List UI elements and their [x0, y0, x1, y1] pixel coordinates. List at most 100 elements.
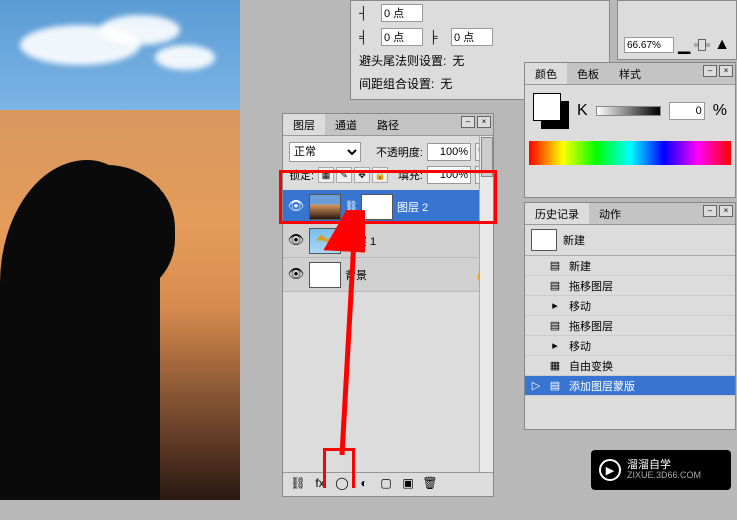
layer-name[interactable]: 背景	[345, 267, 367, 283]
add-mask-icon[interactable]: ◯	[333, 476, 351, 494]
sky-image	[0, 0, 240, 110]
history-close-icon[interactable]: ×	[719, 205, 733, 217]
avoid-value[interactable]: 无	[452, 52, 464, 69]
zoom-panel: ▁ ▲	[617, 0, 737, 60]
indent-left2-icon: ╡	[359, 30, 375, 44]
history-list: ▤新建 ▤拖移图层 ▸移动 ▤拖移图层 ▸移动 ▦自由变换 ▷▤添加图层蒙版	[525, 256, 735, 396]
layers-close-icon[interactable]: ×	[477, 116, 491, 128]
move-icon: ▸	[547, 299, 563, 313]
layer-thumb[interactable]	[309, 194, 341, 220]
doc-icon: ▤	[547, 259, 563, 273]
adjustment-icon[interactable]: ◐	[355, 476, 373, 494]
spacing-value[interactable]: 无	[440, 75, 452, 92]
doc-icon: ▤	[547, 319, 563, 333]
snapshot-thumb[interactable]	[531, 229, 557, 251]
history-item[interactable]: ▦ 自由变换	[525, 356, 735, 376]
history-item[interactable]: ▤ 拖移图层	[525, 276, 735, 296]
k-slider[interactable]	[596, 106, 661, 116]
layer-thumb[interactable]	[309, 262, 341, 288]
layers-min-icon[interactable]: –	[461, 116, 475, 128]
history-panel: –× 历史记录 动作 ▸ 新建 ▤新建 ▤拖移图层 ▸移动 ▤拖移图层 ▸移动 …	[524, 202, 736, 430]
k-value-input[interactable]	[669, 102, 705, 120]
doc-icon: ▤	[547, 279, 563, 293]
tab-styles[interactable]: 样式	[609, 63, 651, 84]
history-item[interactable]: ▤ 新建	[525, 256, 735, 276]
layers-toolbar: ⛓ fx ◯ ◐ ▢ ▣ 🗑	[283, 472, 493, 496]
history-label: 新建	[569, 258, 591, 274]
history-label: 自由变换	[569, 358, 613, 374]
trash-icon[interactable]: 🗑	[421, 476, 439, 494]
layer-thumb[interactable]	[309, 228, 341, 254]
fill-input[interactable]	[427, 166, 471, 184]
history-label: 移动	[569, 298, 591, 314]
tab-layers[interactable]: 图层	[283, 114, 325, 135]
lock-position-icon[interactable]: ✥	[354, 167, 370, 183]
fx-icon[interactable]: fx	[311, 476, 329, 494]
blend-mode-select[interactable]: 正常	[289, 142, 361, 162]
history-min-icon[interactable]: –	[703, 205, 717, 217]
zoom-out-icon[interactable]: ▁	[678, 35, 690, 55]
current-indicator-icon: ▷	[531, 379, 541, 392]
sunset-image	[0, 110, 240, 500]
history-label: 拖移图层	[569, 318, 613, 334]
zoom-in-icon[interactable]: ▲	[714, 36, 730, 54]
transform-icon: ▦	[547, 359, 563, 373]
indent-left-input[interactable]	[381, 4, 423, 22]
indent-right-icon: ╞	[429, 30, 445, 44]
eye-icon[interactable]: 👁	[287, 232, 305, 250]
history-item[interactable]: ▷ ▤ 添加图层蒙版	[525, 376, 735, 396]
tab-actions[interactable]: 动作	[589, 203, 631, 224]
layer-row-bg[interactable]: 👁 背景 🔒	[283, 258, 493, 292]
opacity-label: 不透明度:	[376, 144, 423, 160]
new-layer-icon[interactable]: ▣	[399, 476, 417, 494]
tab-color[interactable]: 颜色	[525, 63, 567, 84]
opacity-input[interactable]	[427, 143, 471, 161]
layers-scrollbar[interactable]	[479, 136, 493, 472]
layer-row-2[interactable]: 👁 ⛓ 图层 2	[283, 190, 493, 224]
link-layers-icon[interactable]: ⛓	[289, 476, 307, 494]
zoom-input[interactable]	[624, 37, 674, 53]
color-min-icon[interactable]: –	[703, 65, 717, 77]
history-label: 添加图层蒙版	[569, 378, 635, 394]
tab-channels[interactable]: 通道	[325, 114, 367, 135]
layer-name[interactable]: 图层 1	[345, 233, 376, 249]
k-label: K	[577, 102, 588, 120]
canvas-area[interactable]	[0, 0, 240, 500]
snapshot-name[interactable]: 新建	[563, 232, 585, 248]
eye-icon[interactable]: 👁	[287, 198, 305, 216]
link-icon[interactable]: ⛓	[345, 201, 357, 212]
indent-left-icon: ┤	[359, 6, 375, 20]
mask-thumb[interactable]	[361, 194, 393, 220]
folder-icon[interactable]: ▢	[377, 476, 395, 494]
layer-name[interactable]: 图层 2	[397, 199, 428, 215]
play-icon: ▶	[599, 459, 621, 481]
history-item[interactable]: ▸移动	[525, 336, 735, 356]
spacing-label: 间距组合设置:	[359, 75, 434, 92]
move-icon: ▸	[547, 339, 563, 353]
indent-right-input[interactable]	[451, 28, 493, 46]
color-panel: –× 颜色 色板 样式 ▸ K %	[524, 62, 736, 198]
color-spectrum[interactable]	[529, 141, 731, 165]
indent-left2-input[interactable]	[381, 28, 423, 46]
watermark-sub: ZIXUE.3D66.COM	[627, 471, 701, 481]
watermark: ▶ 溜溜自学 ZIXUE.3D66.COM	[591, 450, 731, 490]
mask-icon: ▤	[547, 379, 563, 393]
fill-label: 填充:	[398, 167, 423, 183]
color-close-icon[interactable]: ×	[719, 65, 733, 77]
zoom-slider[interactable]	[694, 43, 710, 47]
history-item[interactable]: ▤ 拖移图层	[525, 316, 735, 336]
avoid-label: 避头尾法则设置:	[359, 52, 446, 69]
tab-paths[interactable]: 路径	[367, 114, 409, 135]
lock-transparent-icon[interactable]: ▦	[318, 167, 334, 183]
lock-pixels-icon[interactable]: ✎	[336, 167, 352, 183]
tab-swatches[interactable]: 色板	[567, 63, 609, 84]
tab-history[interactable]: 历史记录	[525, 203, 589, 224]
layer-row-1[interactable]: 👁 图层 1	[283, 224, 493, 258]
history-item[interactable]: ▸ 移动	[525, 296, 735, 316]
foreground-color-swatch[interactable]	[533, 93, 561, 121]
percent-label: %	[713, 102, 727, 120]
eye-icon[interactable]: 👁	[287, 266, 305, 284]
lock-all-icon[interactable]: 🔒	[372, 167, 388, 183]
lock-label: 锁定:	[289, 167, 314, 183]
history-label: 拖移图层	[569, 278, 613, 294]
